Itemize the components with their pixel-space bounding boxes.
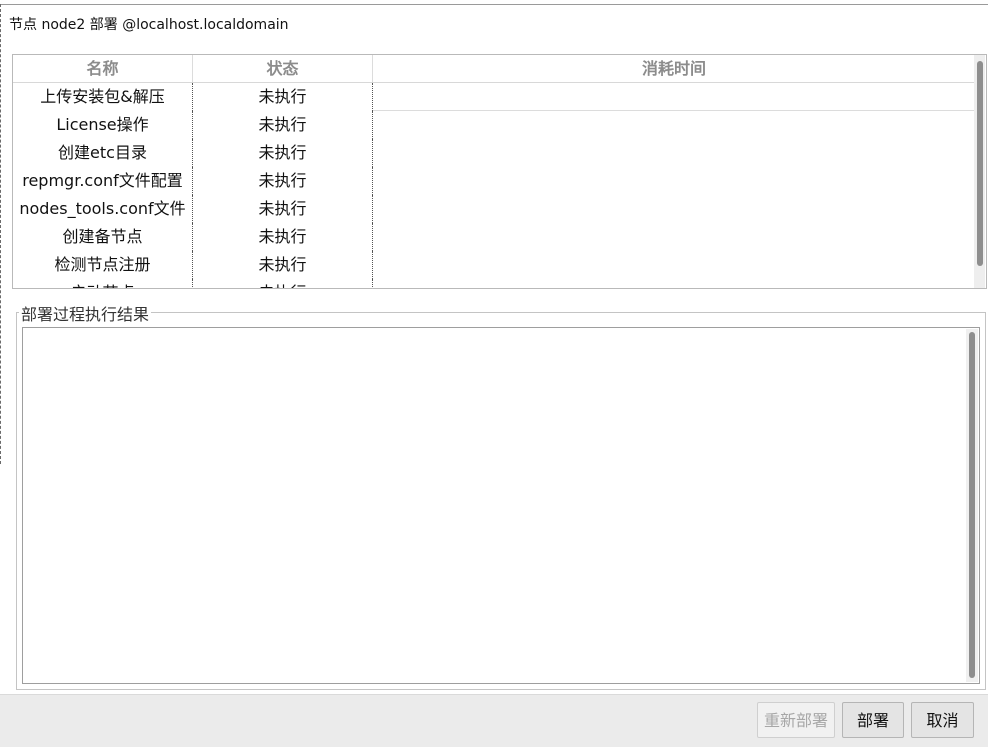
step-name: 创建备节点 xyxy=(13,223,193,251)
window-frame-top xyxy=(0,4,988,5)
step-status: 未执行 xyxy=(193,251,373,279)
redeploy-button[interactable]: 重新部署 xyxy=(757,702,835,738)
step-name: 启动节点 xyxy=(13,279,193,288)
table-scrollbar[interactable] xyxy=(974,55,985,288)
step-status: 未执行 xyxy=(193,139,373,167)
table-body: 上传安装包&解压 未执行 License操作 未执行 创建etc目录 未执行 r… xyxy=(13,83,975,288)
step-status: 未执行 xyxy=(193,83,373,111)
step-name: nodes_tools.conf文件 xyxy=(13,195,193,223)
step-status: 未执行 xyxy=(193,195,373,223)
table-row[interactable]: 检测节点注册 未执行 xyxy=(13,251,975,279)
result-group-title: 部署过程执行结果 xyxy=(19,301,152,325)
result-output-area[interactable] xyxy=(22,327,980,684)
step-name: 检测节点注册 xyxy=(13,251,193,279)
step-time xyxy=(373,139,975,167)
step-name: 上传安装包&解压 xyxy=(13,83,193,111)
table-row[interactable]: 创建etc目录 未执行 xyxy=(13,139,975,167)
button-bar: 重新部署 部署 取消 xyxy=(0,694,988,747)
steps-table[interactable]: 名称 状态 消耗时间 上传安装包&解压 未执行 License操作 未执行 创建… xyxy=(12,54,987,289)
result-scrollbar[interactable] xyxy=(966,329,978,682)
table-row[interactable]: nodes_tools.conf文件 未执行 xyxy=(13,195,975,223)
step-status: 未执行 xyxy=(193,111,373,139)
table-row[interactable]: 上传安装包&解压 未执行 xyxy=(13,83,975,111)
table-row[interactable]: License操作 未执行 xyxy=(13,111,975,139)
step-name: License操作 xyxy=(13,111,193,139)
step-time xyxy=(373,111,975,139)
step-status: 未执行 xyxy=(193,223,373,251)
column-header-name[interactable]: 名称 xyxy=(13,55,193,82)
table-row[interactable]: 启动节点 未执行 xyxy=(13,279,975,288)
dialog-title: 节点 node2 部署 @localhost.localdomain xyxy=(9,17,289,33)
column-header-status[interactable]: 状态 xyxy=(193,55,373,82)
table-row[interactable]: repmgr.conf文件配置 未执行 xyxy=(13,167,975,195)
step-time xyxy=(373,279,975,288)
deploy-dialog: 节点 node2 部署 @localhost.localdomain 名称 状态… xyxy=(0,0,988,747)
result-scrollbar-thumb[interactable] xyxy=(969,332,975,678)
step-status: 未执行 xyxy=(193,279,373,288)
table-scrollbar-thumb[interactable] xyxy=(977,61,983,266)
step-time xyxy=(373,195,975,223)
step-status: 未执行 xyxy=(193,167,373,195)
window-frame-left xyxy=(0,4,3,464)
step-time xyxy=(373,83,975,111)
table-row[interactable]: 创建备节点 未执行 xyxy=(13,223,975,251)
step-time xyxy=(373,223,975,251)
column-header-time[interactable]: 消耗时间 xyxy=(373,55,975,82)
step-name: repmgr.conf文件配置 xyxy=(13,167,193,195)
deploy-button[interactable]: 部署 xyxy=(842,702,904,738)
step-time xyxy=(373,167,975,195)
step-name: 创建etc目录 xyxy=(13,139,193,167)
cancel-button[interactable]: 取消 xyxy=(911,702,974,738)
table-header: 名称 状态 消耗时间 xyxy=(13,55,975,83)
step-time xyxy=(373,251,975,279)
